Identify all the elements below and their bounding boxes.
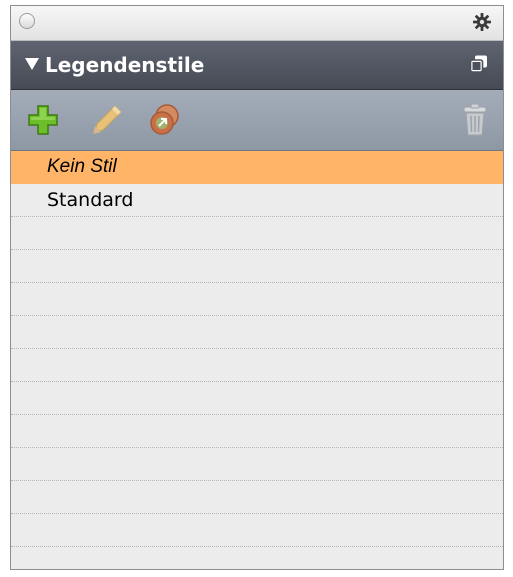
- styles-panel: Legendenstile Kein Stil Standard: [10, 5, 504, 570]
- empty-row: [11, 514, 503, 547]
- disclosure-triangle-icon[interactable]: [25, 58, 39, 70]
- trash-icon: [463, 103, 487, 136]
- duplicate-style-button[interactable]: [147, 102, 183, 138]
- empty-row: [11, 217, 503, 250]
- gear-icon[interactable]: [471, 11, 493, 33]
- panel-menu-icon[interactable]: [469, 54, 489, 74]
- empty-row: [11, 481, 503, 514]
- panel-toolbar: [11, 90, 503, 151]
- delete-style-button[interactable]: [457, 102, 493, 138]
- panel-title: Legendenstile: [45, 53, 205, 77]
- list-item-label: Kein Stil: [47, 156, 117, 177]
- panel-title-bar: [11, 6, 503, 41]
- empty-row: [11, 415, 503, 448]
- empty-row: [11, 283, 503, 316]
- empty-row: [11, 382, 503, 415]
- list-item-kein-stil[interactable]: Kein Stil: [11, 151, 503, 184]
- panel-header[interactable]: Legendenstile: [11, 41, 503, 90]
- empty-row: [11, 349, 503, 382]
- styles-list: Kein Stil Standard: [11, 151, 503, 569]
- pencil-icon: [93, 105, 122, 134]
- close-icon[interactable]: [19, 13, 35, 29]
- add-style-button[interactable]: [25, 102, 61, 138]
- edit-style-button[interactable]: [89, 102, 125, 138]
- duplicate-icon: [150, 104, 179, 135]
- empty-row: [11, 547, 503, 569]
- empty-row: [11, 316, 503, 349]
- empty-row: [11, 448, 503, 481]
- plus-icon: [28, 105, 58, 135]
- list-item-label: Standard: [47, 189, 134, 211]
- list-item-standard[interactable]: Standard: [11, 184, 503, 217]
- empty-row: [11, 250, 503, 283]
